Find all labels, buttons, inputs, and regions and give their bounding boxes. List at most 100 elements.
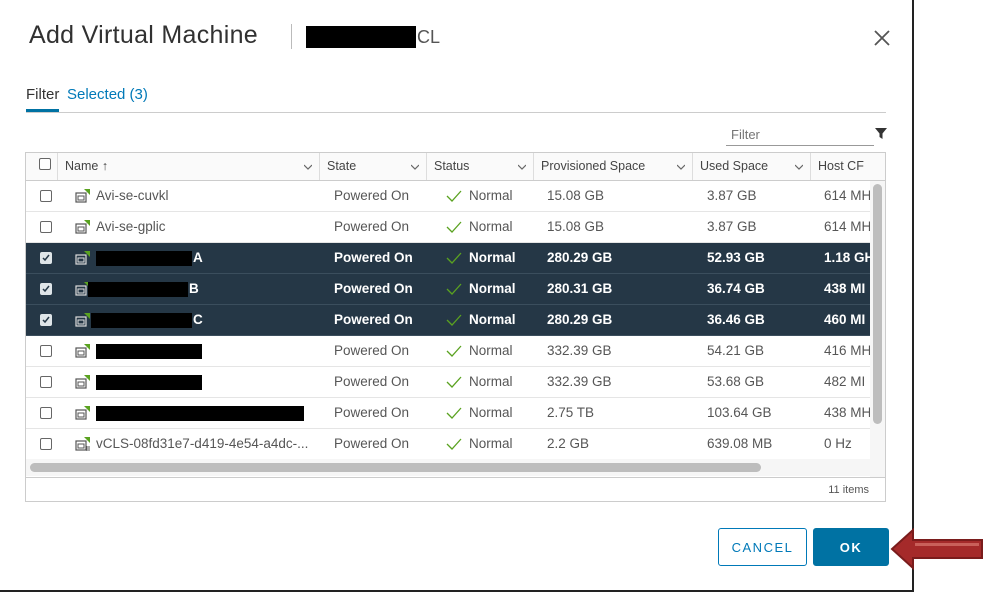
vm-status: Normal — [469, 312, 516, 327]
vm-icon — [75, 406, 90, 420]
table-row-selected[interactable]: C Powered On Normal 280.29 GB 36.46 GB 4… — [26, 305, 871, 336]
row-checkbox-checked[interactable] — [40, 314, 52, 326]
col-state[interactable]: State — [320, 153, 427, 180]
vm-icon — [75, 344, 90, 358]
vm-icon — [75, 220, 90, 234]
horizontal-scroll-thumb[interactable] — [30, 463, 761, 472]
vm-status: Normal — [469, 343, 513, 358]
vm-state: Powered On — [334, 405, 410, 420]
cancel-button[interactable]: CANCEL — [718, 528, 807, 566]
chevron-down-icon[interactable] — [518, 163, 526, 171]
redacted-vm-name — [88, 282, 188, 297]
vm-name[interactable]: A — [193, 243, 203, 273]
filter-icon[interactable] — [875, 128, 887, 140]
col-provisioned-space[interactable]: Provisioned Space — [534, 153, 693, 180]
vm-name[interactable]: Avi-se-cuvkl — [96, 181, 169, 211]
vm-name[interactable]: Avi-se-gplic — [96, 212, 166, 242]
check-icon — [446, 314, 462, 326]
redacted-vm-name — [96, 406, 304, 421]
vm-datagrid: Name ↑ State Status Provisioned Space Us… — [25, 152, 886, 502]
table-row-selected[interactable]: B Powered On Normal 280.31 GB 36.74 GB 4… — [26, 274, 871, 305]
row-checkbox[interactable] — [40, 221, 52, 233]
vm-icon — [75, 251, 90, 265]
table-row[interactable]: vCLS-08fd31e7-d419-4e54-a4dc-... Powered… — [26, 429, 871, 460]
row-checkbox-checked[interactable] — [40, 252, 52, 264]
row-checkbox[interactable] — [40, 376, 52, 388]
vm-name[interactable]: C — [193, 305, 203, 335]
col-name-label: Name ↑ — [65, 159, 109, 173]
vm-used: 53.68 GB — [707, 374, 765, 389]
row-checkbox[interactable] — [40, 407, 52, 419]
vm-status: Normal — [469, 374, 513, 389]
table-row[interactable]: Avi-se-gplic Powered On Normal 15.08 GB … — [26, 212, 871, 243]
table-row[interactable]: Avi-se-cuvkl Powered On Normal 15.08 GB … — [26, 181, 871, 212]
dialog-title: Add Virtual Machine — [29, 21, 258, 49]
vm-status: Normal — [469, 188, 513, 203]
vm-name[interactable]: B — [189, 274, 199, 304]
filter-input[interactable] — [726, 124, 874, 146]
vm-host-cpu: 438 MI — [824, 281, 866, 296]
check-icon — [446, 252, 462, 264]
tab-filter[interactable]: Filter — [26, 86, 60, 112]
redacted-vm-name — [96, 251, 192, 266]
vm-used: 3.87 GB — [707, 188, 757, 203]
vm-host-cpu: 460 MI — [824, 312, 866, 327]
vm-icon — [75, 375, 90, 389]
vm-host-cpu: 614 MH — [824, 188, 872, 203]
table-row[interactable]: Powered On Normal 332.39 GB 54.21 GB 416… — [26, 336, 871, 367]
horizontal-scrollbar[interactable] — [26, 459, 870, 476]
row-checkbox[interactable] — [40, 438, 52, 450]
vertical-scroll-thumb[interactable] — [873, 184, 882, 424]
grid-header: Name ↑ State Status Provisioned Space Us… — [26, 153, 885, 181]
vm-host-cpu: 0 Hz — [824, 436, 852, 451]
vm-provisioned: 280.29 GB — [547, 250, 613, 265]
dialog-title-suffix: CL — [417, 27, 441, 47]
select-all-checkbox[interactable] — [39, 158, 51, 170]
col-status-label: Status — [434, 159, 470, 173]
vm-state: Powered On — [334, 436, 410, 451]
vm-host-cpu: 1.18 GH — [824, 250, 875, 265]
vm-host-cpu: 614 MH — [824, 219, 872, 234]
chevron-down-icon[interactable] — [795, 163, 803, 171]
col-state-label: State — [327, 159, 357, 173]
row-checkbox[interactable] — [40, 190, 52, 202]
vm-status: Normal — [469, 219, 513, 234]
ok-button[interactable]: OK — [813, 528, 889, 566]
row-checkbox[interactable] — [40, 345, 52, 357]
close-icon[interactable] — [870, 26, 894, 50]
col-host-cpu[interactable]: Host CF — [811, 153, 885, 180]
vm-provisioned: 2.75 TB — [547, 405, 595, 420]
vm-status: Normal — [469, 250, 516, 265]
vm-used: 52.93 GB — [707, 250, 765, 265]
redacted-cluster-name — [306, 26, 416, 48]
redacted-vm-name — [96, 344, 202, 359]
tab-selected[interactable]: Selected (3) — [67, 86, 148, 103]
col-used-space[interactable]: Used Space — [693, 153, 811, 180]
vm-provisioned: 332.39 GB — [547, 374, 612, 389]
chevron-down-icon[interactable] — [411, 163, 419, 171]
vm-provisioned: 332.39 GB — [547, 343, 612, 358]
row-checkbox-checked[interactable] — [40, 283, 52, 295]
add-vm-dialog: Add Virtual Machine CL Filter Selected (… — [0, 0, 914, 592]
col-name[interactable]: Name ↑ — [58, 153, 320, 180]
vm-host-cpu: 438 MH — [824, 405, 872, 420]
vm-state: Powered On — [334, 343, 410, 358]
redacted-vm-name — [91, 313, 192, 328]
check-icon — [446, 221, 462, 233]
vm-status: Normal — [469, 436, 513, 451]
vm-provisioned: 2.2 GB — [547, 436, 590, 451]
vm-name[interactable]: vCLS-08fd31e7-d419-4e54-a4dc-... — [96, 429, 308, 459]
table-row[interactable]: Powered On Normal 332.39 GB 53.68 GB 482… — [26, 367, 871, 398]
vm-provisioned: 280.29 GB — [547, 312, 613, 327]
vertical-scrollbar[interactable] — [870, 181, 885, 477]
col-host-label: Host CF — [818, 159, 864, 173]
table-row[interactable]: Powered On Normal 2.75 TB 103.64 GB 438 … — [26, 398, 871, 429]
chevron-down-icon[interactable] — [304, 163, 312, 171]
vm-provisioned: 15.08 GB — [547, 188, 605, 203]
col-status[interactable]: Status — [427, 153, 534, 180]
vm-state: Powered On — [334, 312, 413, 327]
chevron-down-icon[interactable] — [677, 163, 685, 171]
vm-status: Normal — [469, 405, 513, 420]
vm-used: 3.87 GB — [707, 219, 757, 234]
table-row-selected[interactable]: A Powered On Normal 280.29 GB 52.93 GB 1… — [26, 243, 875, 274]
